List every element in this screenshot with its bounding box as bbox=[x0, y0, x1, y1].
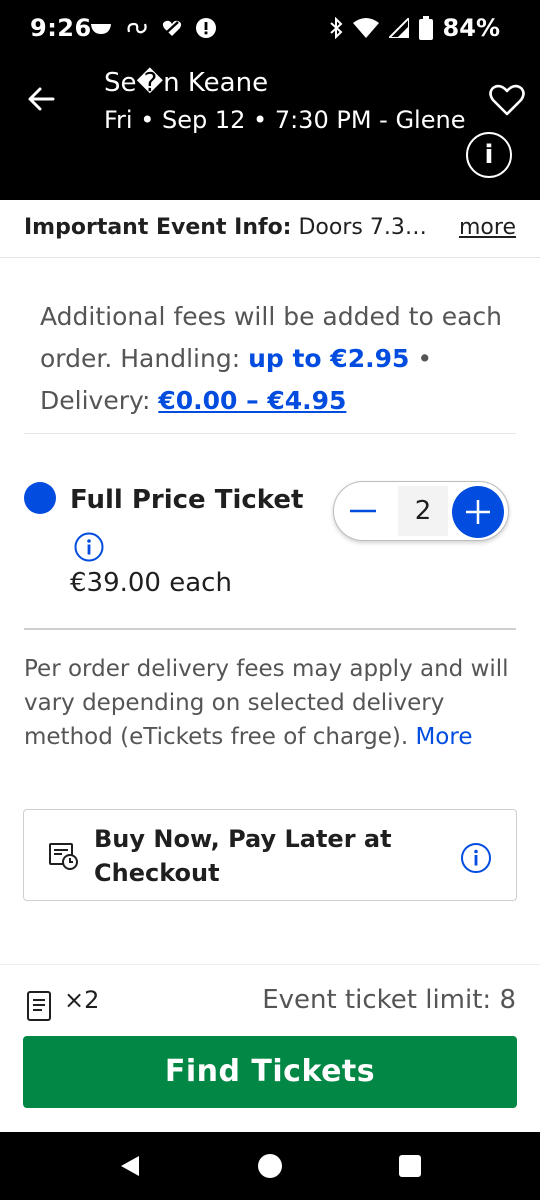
fees-notice: Additional fees will be added to each or… bbox=[40, 296, 516, 422]
battery-percent: 84% bbox=[442, 14, 500, 42]
alert-icon bbox=[196, 18, 216, 38]
signal-icon bbox=[388, 18, 409, 38]
bnpl-text: Buy Now, Pay Later at Checkout bbox=[94, 825, 392, 887]
event-title: Se�n Keane bbox=[104, 68, 269, 98]
battery-icon bbox=[418, 16, 433, 40]
status-time: 9:26 bbox=[30, 14, 92, 42]
delivery-more-link[interactable]: More bbox=[415, 724, 472, 750]
info-button[interactable]: i bbox=[466, 132, 512, 178]
status-bar: 9:26 84% bbox=[0, 0, 540, 60]
link-icon bbox=[127, 22, 147, 34]
heart-icon[interactable] bbox=[488, 82, 526, 118]
event-info-label: Important Event Info: bbox=[24, 215, 292, 240]
event-info-more-link[interactable]: more bbox=[459, 215, 516, 240]
quantity-stepper: 2 bbox=[333, 481, 509, 541]
divider bbox=[24, 628, 516, 630]
footer-divider bbox=[0, 964, 540, 965]
ticket-icon bbox=[27, 991, 51, 1021]
app-header: Se�n Keane Fri • Sep 12 • 7:30 PM - Glen… bbox=[0, 60, 540, 200]
event-info-value: Doors 7.3… bbox=[291, 215, 427, 240]
ticket-type-dot bbox=[24, 482, 56, 514]
info-icon[interactable] bbox=[74, 532, 104, 562]
bluetooth-icon bbox=[329, 17, 342, 39]
system-icons: 84% bbox=[329, 14, 500, 42]
heart-slash-icon bbox=[162, 20, 182, 36]
find-tickets-button[interactable]: Find Tickets bbox=[23, 1036, 517, 1108]
notification-icons bbox=[90, 18, 216, 38]
delivery-note: Per order delivery fees may apply and wi… bbox=[24, 652, 514, 754]
bowl-icon bbox=[91, 24, 111, 34]
bnpl-card[interactable]: Buy Now, Pay Later at Checkout bbox=[23, 809, 517, 901]
quantity-value: 2 bbox=[398, 486, 448, 536]
nav-home-icon[interactable] bbox=[258, 1154, 282, 1178]
minus-icon[interactable] bbox=[348, 499, 378, 523]
plus-icon[interactable] bbox=[452, 486, 504, 538]
event-subtitle: Fri • Sep 12 • 7:30 PM - Glene bbox=[104, 106, 466, 134]
important-event-info[interactable]: Important Event Info: Doors 7.3… more bbox=[0, 200, 540, 258]
nav-recents-icon[interactable] bbox=[399, 1155, 421, 1177]
handling-fee[interactable]: up to €2.95 bbox=[248, 344, 409, 373]
ticket-price: €39.00 each bbox=[70, 568, 232, 598]
ticket-limit: Event ticket limit: 8 bbox=[262, 985, 516, 1015]
ticket-name: Full Price Ticket bbox=[70, 485, 304, 515]
calendar-clock-icon bbox=[49, 843, 78, 870]
divider bbox=[24, 433, 516, 434]
wifi-icon bbox=[352, 18, 379, 38]
info-icon[interactable] bbox=[460, 842, 492, 874]
delivery-fee-link[interactable]: €0.00 – €4.95 bbox=[158, 386, 346, 415]
system-nav-bar bbox=[0, 1132, 540, 1200]
event-info-text: Important Event Info: Doors 7.3… bbox=[24, 215, 434, 240]
nav-back-icon[interactable] bbox=[118, 1154, 142, 1178]
ticket-count: ×2 bbox=[64, 986, 100, 1014]
back-arrow-icon[interactable] bbox=[26, 84, 56, 114]
